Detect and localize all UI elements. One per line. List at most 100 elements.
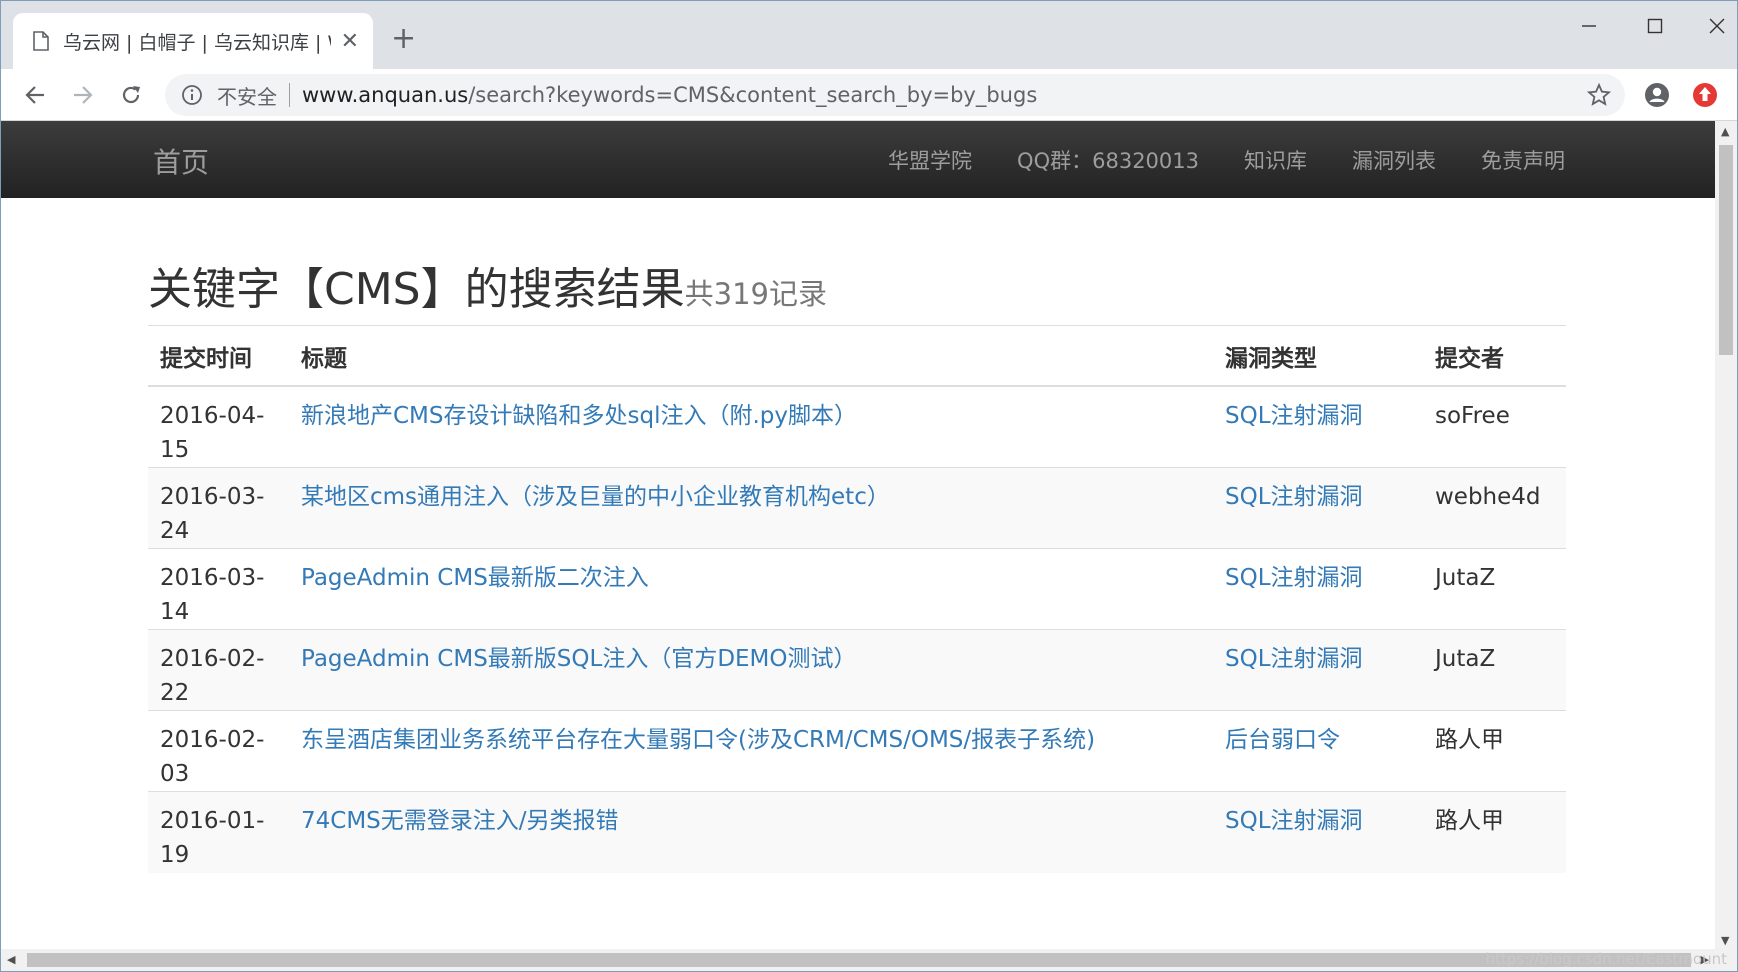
table-row: 2016-03- 24 某地区cms通用注入（涉及巨量的中小企业教育机构etc） … bbox=[148, 467, 1566, 549]
page-viewport: 首页 华盟学院 QQ群：68320013 知识库 漏洞列表 免责声明 关键字【C… bbox=[1, 121, 1717, 951]
row-date: 2016-02- 22 bbox=[148, 629, 289, 711]
close-tab-icon[interactable]: ✕ bbox=[341, 29, 359, 54]
maximize-button[interactable] bbox=[1635, 9, 1675, 43]
nav-link-bug-list[interactable]: 漏洞列表 bbox=[1352, 145, 1436, 175]
page-title: 关键字【CMS】的搜索结果共319记录 bbox=[148, 253, 827, 317]
browser-window: 乌云网 | 白帽子 | 乌云知识库 | W ✕ + 不安全 www.anquan… bbox=[0, 0, 1738, 972]
url-path: /search?keywords=CMS&content_search_by=b… bbox=[468, 83, 1038, 107]
row-title: PageAdmin CMS最新版二次注入 bbox=[289, 548, 1213, 630]
account-icon bbox=[1645, 83, 1669, 107]
row-author: 路人甲 bbox=[1423, 710, 1566, 792]
reload-icon bbox=[122, 86, 140, 104]
row-date: 2016-04- 15 bbox=[148, 385, 289, 468]
header-author: 提交者 bbox=[1423, 325, 1566, 387]
bug-title-link[interactable]: 74CMS无需登录注入/另类报错 bbox=[301, 808, 619, 834]
date-line: 2016-04- bbox=[160, 403, 265, 429]
back-button[interactable] bbox=[19, 79, 51, 111]
row-type: SQL注射漏洞 bbox=[1213, 548, 1423, 630]
arrow-right-icon bbox=[74, 86, 93, 104]
insecure-label: 不安全 bbox=[217, 84, 277, 109]
forward-button[interactable] bbox=[67, 79, 99, 111]
date-line: 15 bbox=[160, 437, 190, 463]
row-type: SQL注射漏洞 bbox=[1213, 629, 1423, 711]
row-author: webhe4d bbox=[1423, 467, 1566, 549]
page-icon bbox=[33, 31, 49, 51]
new-tab-button[interactable]: + bbox=[391, 21, 416, 57]
scroll-up-icon[interactable]: ▲ bbox=[1721, 125, 1729, 138]
horizontal-scroll-thumb[interactable] bbox=[27, 953, 1691, 967]
update-button[interactable] bbox=[1689, 79, 1721, 111]
row-title: 东呈酒店集团业务系统平台存在大量弱口令(涉及CRM/CMS/OMS/报表子系统) bbox=[289, 710, 1213, 792]
scroll-down-icon[interactable]: ▼ bbox=[1721, 934, 1729, 947]
nav-links: 华盟学院 QQ群：68320013 知识库 漏洞列表 免责声明 bbox=[843, 145, 1565, 175]
date-line: 22 bbox=[160, 680, 190, 706]
nav-brand-home[interactable]: 首页 bbox=[153, 141, 209, 181]
close-window-button[interactable] bbox=[1697, 9, 1737, 43]
browser-tab[interactable]: 乌云网 | 白帽子 | 乌云知识库 | W ✕ bbox=[13, 13, 373, 69]
header-type: 漏洞类型 bbox=[1213, 325, 1423, 387]
arrow-left-icon bbox=[25, 86, 44, 104]
nav-link-knowledge[interactable]: 知识库 bbox=[1244, 145, 1307, 175]
bug-title-link[interactable]: 新浪地产CMS存设计缺陷和多处sql注入（附.py脚本） bbox=[301, 403, 857, 429]
scroll-left-icon[interactable]: ◀ bbox=[7, 953, 15, 966]
row-title: 某地区cms通用注入（涉及巨量的中小企业教育机构etc） bbox=[289, 467, 1213, 549]
minimize-icon bbox=[1582, 25, 1596, 27]
date-line: 2016-03- bbox=[160, 565, 265, 591]
date-line: 24 bbox=[160, 518, 190, 544]
omnibox-divider bbox=[289, 83, 290, 107]
watermark: https://blog.csdn.net/Eastmount bbox=[1485, 950, 1727, 968]
search-title: 关键字【CMS】的搜索结果 bbox=[148, 264, 685, 315]
date-line: 19 bbox=[160, 842, 190, 868]
nav-link-huameng[interactable]: 华盟学院 bbox=[888, 145, 972, 175]
bug-title-link[interactable]: PageAdmin CMS最新版二次注入 bbox=[301, 565, 649, 591]
bug-type-link[interactable]: SQL注射漏洞 bbox=[1225, 565, 1363, 591]
bug-type-link[interactable]: 后台弱口令 bbox=[1225, 727, 1340, 753]
profile-button[interactable] bbox=[1641, 79, 1673, 111]
row-date: 2016-01- 19 bbox=[148, 791, 289, 873]
row-author: JutaZ bbox=[1423, 629, 1566, 711]
bug-title-link[interactable]: 东呈酒店集团业务系统平台存在大量弱口令(涉及CRM/CMS/OMS/报表子系统) bbox=[301, 727, 1095, 753]
tab-strip: 乌云网 | 白帽子 | 乌云知识库 | W ✕ + bbox=[1, 1, 1737, 69]
reload-button[interactable] bbox=[115, 79, 147, 111]
table-row: 2016-02- 03 东呈酒店集团业务系统平台存在大量弱口令(涉及CRM/CMS… bbox=[148, 710, 1566, 792]
tab-title: 乌云网 | 白帽子 | 乌云知识库 | W bbox=[63, 31, 331, 54]
horizontal-scrollbar[interactable]: ◀ ▶ https://blog.csdn.net/Eastmount bbox=[1, 949, 1737, 971]
info-icon[interactable] bbox=[181, 84, 203, 106]
header-title: 标题 bbox=[289, 325, 1213, 387]
bug-title-link[interactable]: 某地区cms通用注入（涉及巨量的中小企业教育机构etc） bbox=[301, 484, 890, 510]
address-bar[interactable]: 不安全 www.anquan.us/search?keywords=CMS&co… bbox=[165, 74, 1625, 116]
vertical-scrollbar[interactable]: ▲ ▼ bbox=[1715, 121, 1737, 951]
row-type: 后台弱口令 bbox=[1213, 710, 1423, 792]
header-date: 提交时间 bbox=[148, 325, 289, 387]
minimize-button[interactable] bbox=[1569, 9, 1609, 43]
row-author: 路人甲 bbox=[1423, 791, 1566, 873]
row-type: SQL注射漏洞 bbox=[1213, 791, 1423, 873]
bug-type-link[interactable]: SQL注射漏洞 bbox=[1225, 403, 1363, 429]
result-count: 共319记录 bbox=[684, 277, 827, 311]
maximize-icon bbox=[1647, 18, 1663, 34]
row-date: 2016-03- 24 bbox=[148, 467, 289, 549]
bug-type-link[interactable]: SQL注射漏洞 bbox=[1225, 646, 1363, 672]
url-host: www.anquan.us bbox=[302, 83, 469, 107]
date-line: 2016-02- bbox=[160, 727, 265, 753]
row-title: 新浪地产CMS存设计缺陷和多处sql注入（附.py脚本） bbox=[289, 385, 1213, 468]
date-line: 03 bbox=[160, 761, 190, 787]
table-row: 2016-01- 19 74CMS无需登录注入/另类报错 SQL注射漏洞 路人甲 bbox=[148, 791, 1566, 873]
date-line: 2016-01- bbox=[160, 808, 265, 834]
date-line: 2016-03- bbox=[160, 484, 265, 510]
bug-type-link[interactable]: SQL注射漏洞 bbox=[1225, 484, 1363, 510]
bug-type-link[interactable]: SQL注射漏洞 bbox=[1225, 808, 1363, 834]
nav-link-qq-group[interactable]: QQ群：68320013 bbox=[1017, 145, 1199, 175]
row-author: JutaZ bbox=[1423, 548, 1566, 630]
vertical-scroll-thumb[interactable] bbox=[1719, 145, 1733, 355]
close-icon bbox=[1709, 18, 1725, 34]
row-title: 74CMS无需登录注入/另类报错 bbox=[289, 791, 1213, 873]
bug-title-link[interactable]: PageAdmin CMS最新版SQL注入（官方DEMO测试） bbox=[301, 646, 857, 672]
bookmark-star-icon[interactable] bbox=[1587, 83, 1611, 107]
row-date: 2016-03- 14 bbox=[148, 548, 289, 630]
table-header-row: 提交时间 标题 漏洞类型 提交者 bbox=[148, 325, 1566, 387]
row-type: SQL注射漏洞 bbox=[1213, 385, 1423, 468]
nav-link-disclaimer[interactable]: 免责声明 bbox=[1481, 145, 1565, 175]
row-author: soFree bbox=[1423, 385, 1566, 468]
row-date: 2016-02- 03 bbox=[148, 710, 289, 792]
